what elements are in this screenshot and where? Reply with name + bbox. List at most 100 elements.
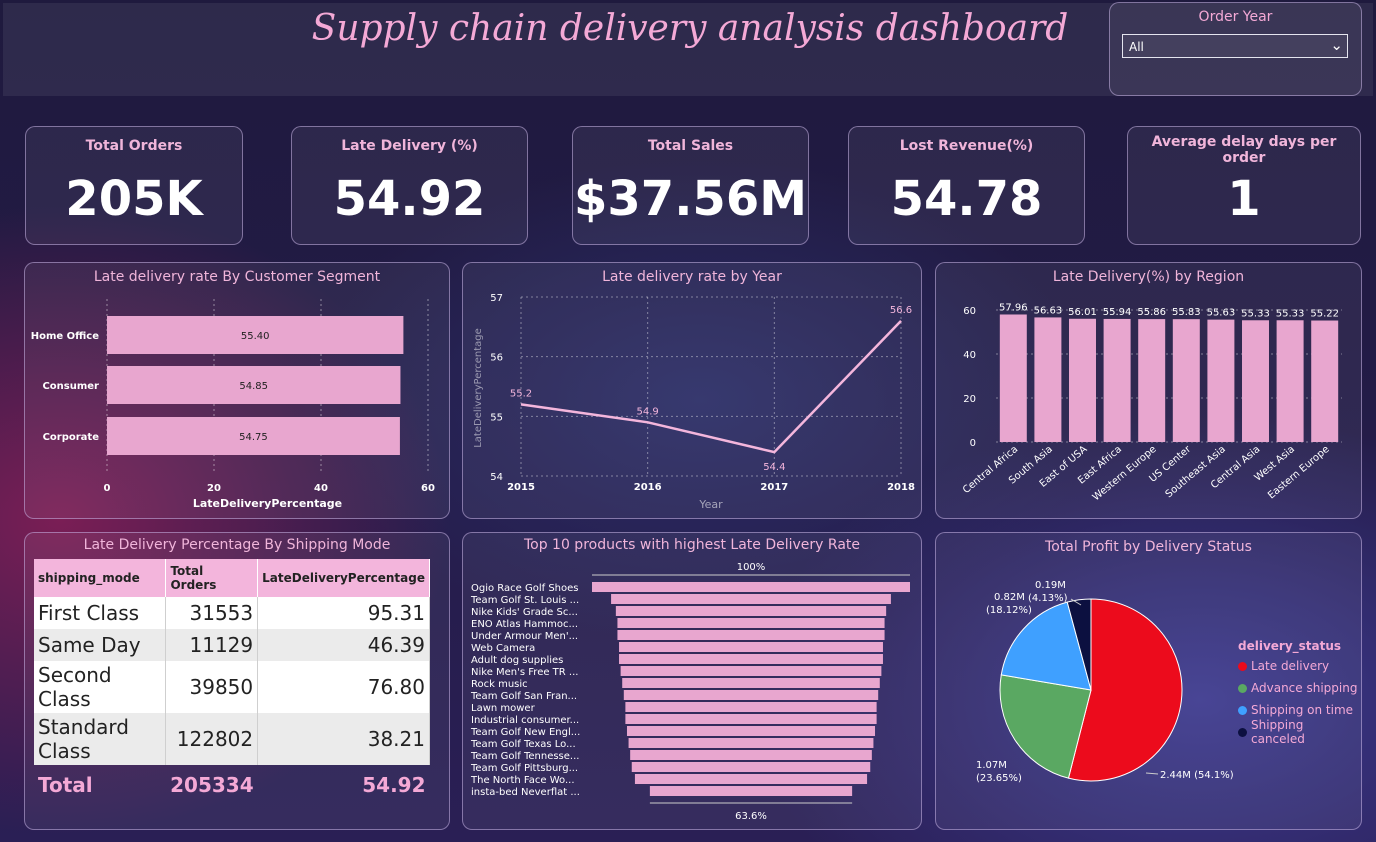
category-label: Team Golf Tennesse... [470,751,579,762]
table-row[interactable]: Standard Class 122802 38.21 [34,713,430,765]
slicer-title: Order Year [1198,9,1273,25]
data-label: 0.19M [1035,580,1066,591]
data-label: 56.6 [890,305,912,316]
chevron-down-icon[interactable]: ⌄ [1330,36,1343,54]
y-tick-label: 60 [963,306,976,317]
funnel-bar [615,606,887,616]
data-label: 55.33 [1241,308,1270,319]
region-bar-chart: 0204060 57.96Central Africa56.63South Asi… [961,302,1342,503]
data-label: 54.9 [637,406,659,417]
kpi-total-orders: Total Orders 205K [25,126,243,245]
legend-title: delivery_status [1238,639,1342,653]
funnel-bar [622,678,880,688]
funnel-bar [626,726,876,736]
data-label: 57.96 [999,302,1028,313]
kpi-value: 1 [1227,171,1261,227]
table-row[interactable]: Second Class 39850 76.80 [34,661,430,713]
category-label: ENO Atlas Hammoc... [471,619,578,630]
category-label: Web Camera [471,643,535,654]
funnel-bar [619,654,883,664]
funnel-bar [625,702,877,712]
y-tick-label: 57 [490,293,503,304]
bar [1311,320,1339,442]
table-row[interactable]: Same Day 11129 46.39 [34,629,430,661]
legend-item-late-delivery[interactable]: Late delivery [1238,655,1361,677]
data-label: 56.01 [1068,307,1097,318]
legend-label: Late delivery [1251,659,1330,673]
legend-label: Shipping on time [1251,703,1354,717]
bar [1172,319,1200,442]
y-tick-label: 55 [490,412,503,423]
year-chart-panel: Late delivery rate by Year 54 55 56 57 2015 2… [462,262,922,519]
funnel-bar [619,642,883,652]
funnel-bar [634,774,868,784]
data-label: 55.83 [1172,307,1201,318]
column-header[interactable]: LateDeliveryPercentage [257,559,430,597]
table-total-row: Total 205334 54.92 [34,765,430,801]
category-label: Rock music [471,679,528,690]
bar [1138,319,1166,442]
data-label: 56.63 [1034,305,1063,316]
kpi-label: Average delay days per order [1151,134,1337,166]
category-label: Consumer [42,381,99,392]
y-tick-label: 20 [963,394,976,405]
table-cell: Same Day [34,629,167,661]
data-label: 0.82M [994,592,1025,603]
x-tick-label: 2016 [634,482,662,493]
funnel-bar [628,738,874,748]
series-line [520,319,902,454]
funnel-bar [625,714,877,724]
category-label: Team Golf St. Louis ... [470,595,579,606]
legend-label: Shipping canceled [1251,718,1305,746]
data-label: (4.13%) [1028,593,1068,604]
dashboard-title: Supply chain delivery analysis dashboard [311,8,1069,49]
pie-legend: delivery_status Late delivery Advance sh… [1238,639,1361,746]
x-tick-label: 20 [207,483,221,494]
legend-item-advance-shipping[interactable]: Advance shipping [1238,677,1361,699]
total-orders: 205334 [170,773,254,797]
legend-dot-icon [1238,727,1247,737]
profit-pie-chart: 2.44M (54.1%) 1.07M (23.65%) 0.82M (18.12%) 0… [976,580,1234,784]
kpi-label: Lost Revenue(%) [899,138,1034,154]
order-year-slicer[interactable]: Order Year All ⌄ [1109,2,1362,96]
data-label: 2.44M (54.1%) [1160,770,1234,781]
segment-bar-chart: 0 20 40 60 Home Office 55.40 Consumer 54.85 Corp… [31,299,435,510]
category-label: Ogio Race Golf Shoes [471,583,579,594]
data-label: 55.63 [1207,308,1236,319]
x-tick-label: 2018 [887,482,915,493]
data-label: 54.75 [239,432,268,443]
kpi-label: Total Sales [647,138,734,154]
y-axis-label: LateDeliveryPercentage [473,328,484,448]
funnel-bar [617,618,885,628]
funnel-bar [611,594,891,604]
table-cell: 95.31 [257,597,430,629]
leader-line [1145,772,1159,775]
category-label: The North Face Wo... [470,775,575,786]
order-year-dropdown[interactable]: All ⌄ [1122,34,1348,58]
category-label: Lawn mower [471,703,536,714]
category-label: Eastern Europe [1266,444,1332,502]
kpi-value: 54.92 [333,171,486,227]
category-label: Home Office [31,331,100,342]
data-label: 55.2 [510,388,532,399]
category-label: Corporate [43,432,100,443]
table-cell: 38.21 [257,713,430,765]
kpi-average-delay: Average delay days per order 1 [1127,126,1361,245]
category-label: Western Europe [1091,444,1159,503]
column-header[interactable]: Total Orders [165,559,259,597]
table-cell: 31553 [165,597,259,629]
kpi-total-sales: Total Sales $37.56M [572,126,809,245]
shipping-mode-table: shipping_mode Total Orders LateDeliveryP… [34,559,430,801]
kpi-label: Total Orders [85,138,183,154]
data-label: 54.85 [239,381,268,392]
shipping-table-panel: Late Delivery Percentage By Shipping Mod… [24,532,450,830]
bottom-percentage-label: 63.6% [735,811,767,822]
legend-item-shipping-canceled[interactable]: Shipping canceled [1238,718,1361,746]
table-cell: 122802 [165,713,259,765]
bar [999,314,1027,442]
column-header[interactable]: shipping_mode [34,559,167,597]
funnel-bar [592,582,910,592]
data-label: 1.07M [976,760,1007,771]
table-row[interactable]: First Class 31553 95.31 [34,597,430,629]
data-label: 55.40 [241,331,270,342]
